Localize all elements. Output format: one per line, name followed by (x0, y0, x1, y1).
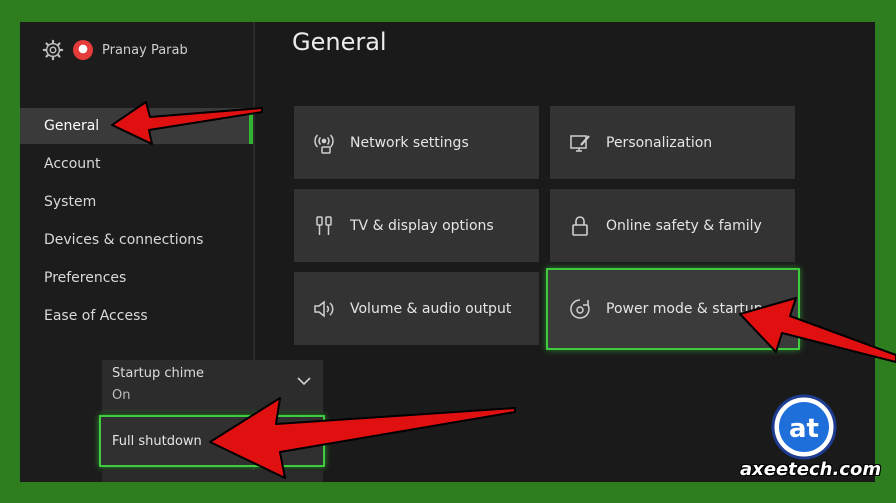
watermark-site: axeetech.com (740, 459, 882, 480)
annotation-arrows (111, 101, 896, 479)
svg-text:at: at (789, 414, 819, 444)
arrow-to-full-shutdown (209, 397, 516, 479)
arrow-to-general (111, 101, 263, 145)
axeetech-logo-icon: at (771, 394, 837, 460)
arrow-to-power-mode (739, 297, 896, 363)
